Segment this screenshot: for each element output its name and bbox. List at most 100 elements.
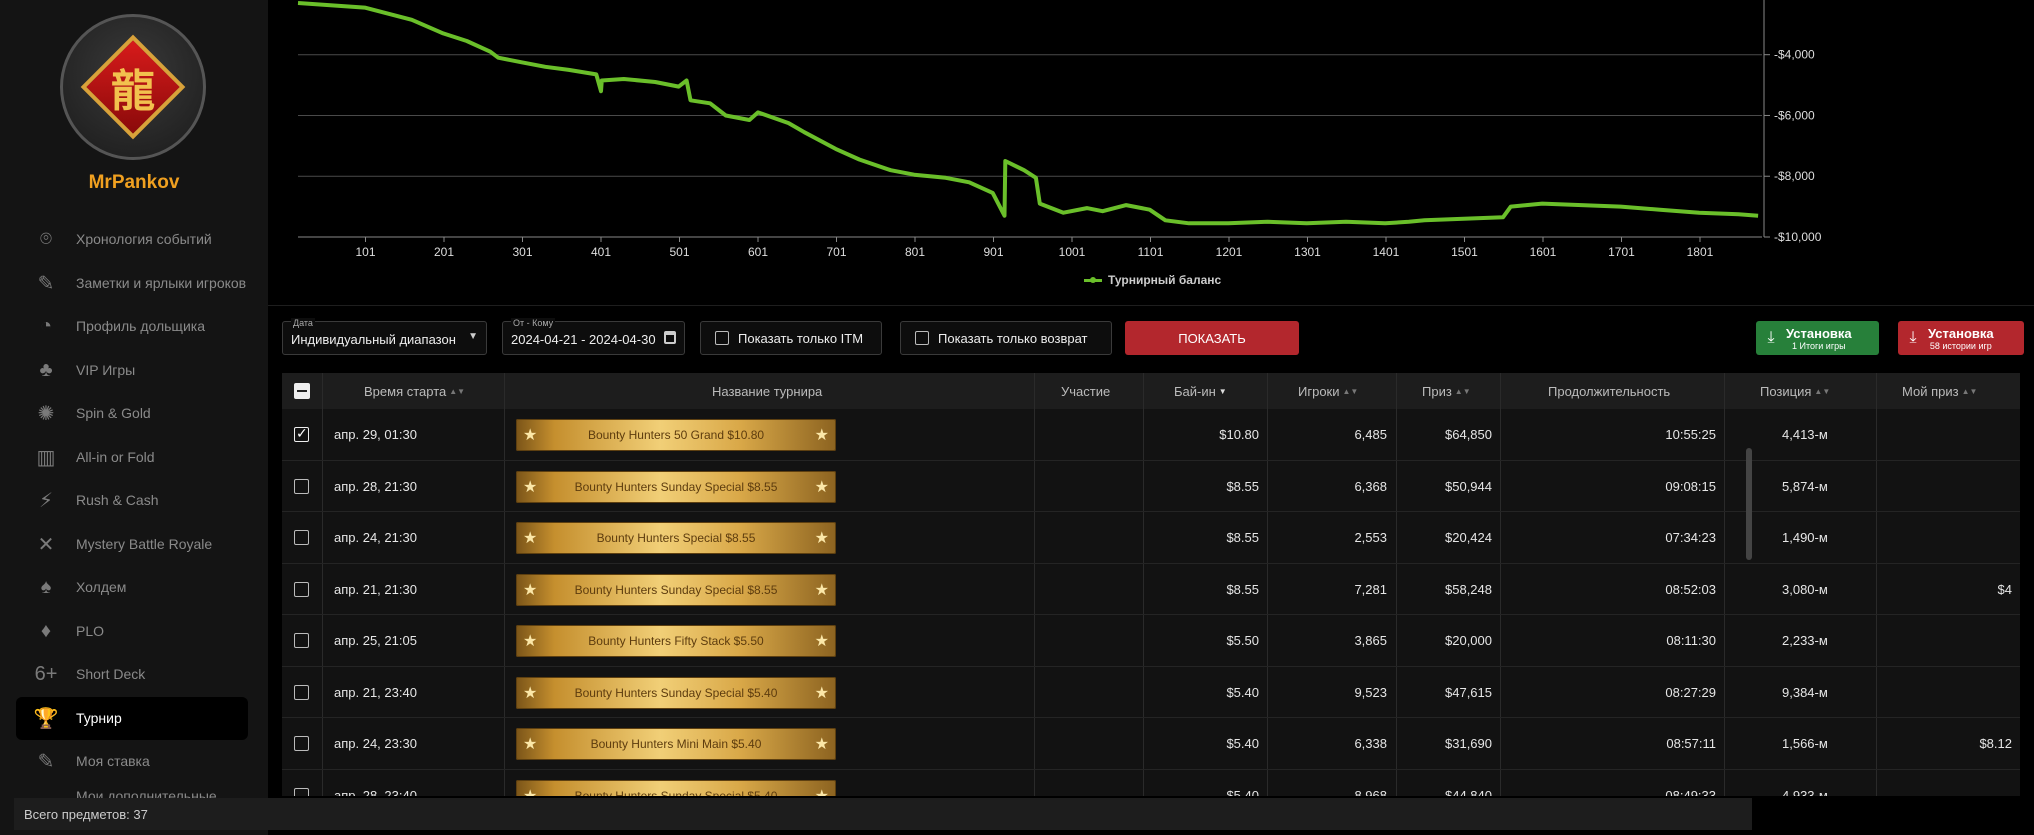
sidebar-item-4[interactable]: ✺ Spin & Gold [16, 392, 248, 436]
rush-cash-icon: ⚡ [38, 490, 54, 513]
x-tick-label: 1001 [1059, 245, 1086, 259]
star-icon: ★ [814, 530, 829, 547]
cell-position: 3,080-м [1782, 581, 1828, 597]
tournament-name: Bounty Hunters Sunday Special $5.40 [574, 788, 778, 797]
cell-players: 8,968 [1354, 787, 1387, 797]
cell-my_prize [1876, 512, 2012, 563]
x-tick-label: 1201 [1216, 245, 1243, 259]
tournament-name-banner[interactable]: ★ Bounty Hunters Fifty Stack $5.50 ★ [516, 625, 836, 657]
cell-players: 7,281 [1354, 581, 1387, 597]
sidebar-item-5[interactable]: ▥ All-in or Fold [16, 436, 248, 480]
x-tick-label: 701 [826, 245, 846, 259]
cell-position: 4,933-м [1782, 787, 1828, 797]
row-checkbox[interactable] [294, 684, 309, 700]
table-scrollbar[interactable] [1746, 448, 1752, 560]
select-all-checkbox[interactable] [294, 373, 314, 409]
cell-my_prize [1876, 770, 2012, 797]
y-tick-label: -$6,000 [1774, 108, 1815, 122]
avatar[interactable]: 龍 [60, 14, 206, 160]
row-checkbox[interactable] [294, 633, 309, 648]
tournament-name-banner[interactable]: ★ Bounty Hunters Mini Main $5.40 ★ [516, 728, 836, 760]
row-checkbox[interactable] [294, 581, 309, 597]
refund-only-checkbox[interactable] [915, 331, 929, 345]
tournament-name-banner[interactable]: ★ Bounty Hunters 50 Grand $10.80 ★ [516, 419, 836, 451]
y-tick-label: -$4,000 [1774, 48, 1815, 62]
row-checkbox-cell [294, 512, 314, 563]
x-tick-label: 601 [748, 245, 768, 259]
date-range-select[interactable]: Дата Индивидуальный диапазон ▼ [282, 318, 487, 355]
sidebar-item-9[interactable]: ♦ PLO [16, 610, 248, 654]
sidebar-item-label: Mystery Battle Royale [76, 535, 213, 552]
cell-position: 1,566-м [1782, 736, 1828, 751]
download-summary-button[interactable]: ⤓ Установка 1 Итоги игры [1756, 321, 1879, 355]
table-row[interactable]: апр. 28, 23:40 $5.40 8,968 $44,840 08:49:33 4… [282, 770, 2020, 797]
table-row[interactable]: апр. 21, 21:30 $8.55 7,281 $58,248 08:52:03 3… [282, 564, 2020, 615]
sidebar-item-label: Spin & Gold [76, 405, 151, 422]
tournament-name-banner[interactable]: ★ Bounty Hunters Sunday Special $5.40 ★ [516, 779, 836, 797]
row-checkbox[interactable] [294, 736, 309, 751]
sidebar-item-8[interactable]: ♠ Холдем [16, 566, 248, 610]
star-icon: ★ [523, 530, 538, 547]
itm-only-checkbox[interactable] [715, 331, 729, 345]
itm-only-toggle[interactable]: Показать только ITM [700, 321, 882, 355]
row-checkbox[interactable] [294, 425, 309, 442]
tournament-name-banner[interactable]: ★ Bounty Hunters Sunday Special $5.40 ★ [516, 676, 836, 709]
x-tick-label: 901 [983, 245, 1003, 259]
gold-banner: ★ Bounty Hunters Mini Main $5.40 ★ [516, 728, 836, 760]
download-history-button[interactable]: ⤓ Установка 58 истории игр [1898, 321, 2024, 355]
row-checkbox[interactable] [294, 478, 309, 494]
tournament-name-banner[interactable]: ★ Bounty Hunters Special $8.55 ★ [516, 522, 836, 554]
balance-line [297, 1, 1759, 226]
table-row[interactable]: апр. 21, 23:40 $5.40 9,523 $47,615 08:27:29 9… [282, 667, 2020, 718]
col-my-prize[interactable]: Мой приз ▲▼ [1902, 373, 1977, 409]
table-row[interactable]: апр. 28, 21:30 $8.55 6,368 $50,944 09:08:15 5… [282, 461, 2020, 512]
sidebar-item-10[interactable]: 6+ Short Deck [16, 653, 248, 697]
col-players[interactable]: Игроки ▲▼ [1298, 373, 1358, 409]
table-row[interactable]: апр. 24, 21:30 $8.55 2,553 $20,424 07:34:23 1… [282, 512, 2020, 564]
legend-label: Турнирный баланс [1108, 273, 1222, 287]
sidebar-item-3[interactable]: ♣ VIP Игры [16, 349, 248, 393]
sidebar-item-11[interactable]: 🏆 Турнир [16, 696, 248, 740]
cell-start: апр. 21, 21:30 [334, 581, 417, 597]
cell-start: апр. 21, 23:40 [334, 684, 417, 700]
cell-my_prize: $4 [1997, 581, 2012, 597]
sidebar-item-label: Моя ставка [76, 753, 150, 770]
chart-legend[interactable]: Турнирный баланс [1084, 273, 1221, 287]
col-buyin[interactable]: Бай-ин ▼ [1174, 373, 1227, 409]
date-range-picker[interactable]: От - Кому 2024-04-21 - 2024-04-30 [502, 318, 685, 355]
col-start-time[interactable]: Время старта ▲▼ [364, 373, 465, 409]
col-position[interactable]: Позиция ▲▼ [1760, 373, 1830, 409]
table-row[interactable]: апр. 24, 23:30 $5.40 6,338 $31,690 08:57:11 1… [282, 718, 2020, 770]
table-body: апр. 29, 01:30 $10.80 6,485 $64,850 10:55:25… [282, 409, 2020, 796]
sidebar-item-1[interactable]: ✎ Заметки и ярлыки игроков [16, 262, 248, 306]
row-checkbox[interactable] [294, 787, 309, 796]
sidebar-item-12[interactable]: ✎ Моя ставка [16, 740, 248, 784]
y-tick-label: -$10,000 [1774, 230, 1822, 244]
tournament-name-banner[interactable]: ★ Bounty Hunters Sunday Special $8.55 ★ [516, 470, 836, 503]
download-icon: ⤓ [1767, 329, 1775, 346]
x-tick-label: 201 [434, 245, 454, 259]
filter-bar: Дата Индивидуальный диапазон ▼ От - Кому… [282, 316, 2034, 358]
gold-banner: ★ Bounty Hunters Sunday Special $8.55 ★ [516, 470, 836, 503]
cell-buyin: $10.80 [1219, 427, 1259, 442]
cell-start: апр. 24, 21:30 [334, 530, 417, 545]
sidebar-item-0[interactable]: ⌾ Хронология событий [16, 218, 248, 262]
col-prize[interactable]: Приз ▲▼ [1422, 373, 1471, 409]
sidebar-item-6[interactable]: ⚡ Rush & Cash [16, 479, 248, 523]
cell-buyin: $5.40 [1226, 736, 1259, 751]
table-row[interactable]: апр. 25, 21:05 $5.50 3,865 $20,000 08:11:30 2… [282, 615, 2020, 667]
refund-only-toggle[interactable]: Показать только возврат [900, 321, 1112, 355]
col-entry: Участие [1061, 383, 1111, 399]
sort-icon: ▲▼ [449, 386, 466, 396]
table-row[interactable]: апр. 29, 01:30 $10.80 6,485 $64,850 10:55:25… [282, 409, 2020, 461]
calendar-icon [664, 331, 676, 344]
tournament-name-banner[interactable]: ★ Bounty Hunters Sunday Special $8.55 ★ [516, 573, 836, 606]
sidebar-item-7[interactable]: ✕ Mystery Battle Royale [16, 523, 248, 567]
date-value: Индивидуальный диапазон [291, 332, 456, 347]
sort-icon: ▲▼ [1814, 386, 1831, 396]
star-icon: ★ [523, 581, 538, 599]
col-tournament-name: Название турнира [712, 383, 823, 399]
row-checkbox[interactable] [294, 530, 309, 545]
show-button[interactable]: ПОКАЗАТЬ [1125, 321, 1299, 355]
sidebar-item-2[interactable]: ◔ Профиль дольщика [16, 305, 248, 349]
